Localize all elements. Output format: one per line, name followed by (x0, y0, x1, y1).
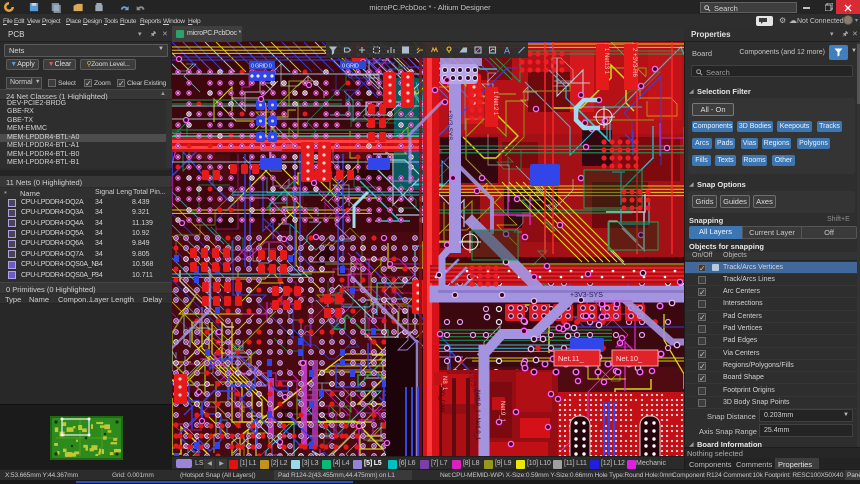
svg-text:Net.10_: Net.10_ (616, 354, 643, 363)
svg-text:0 GRID: 0 GRID (342, 64, 359, 70)
svg-text:Net.9_1: Net.9_1 (499, 401, 505, 423)
svg-text:+3V3-SYS: +3V3-SYS (446, 110, 453, 141)
svg-text:2 +3V3-R6: 2 +3V3-R6 (631, 48, 637, 78)
svg-text:1 Net13 1: 1 Net13 1 (603, 48, 609, 75)
svg-text:N8_1: N8_1 (441, 376, 447, 391)
svg-text:0 GRID 0: 0 GRID 0 (251, 64, 272, 70)
svg-text:1 Net.2 1: 1 Net.2 1 (492, 91, 498, 116)
svg-text:A: A (504, 46, 510, 56)
svg-text:+3V3-SYS: +3V3-SYS (570, 292, 603, 299)
svg-text:Net.11_: Net.11_ (558, 354, 585, 363)
